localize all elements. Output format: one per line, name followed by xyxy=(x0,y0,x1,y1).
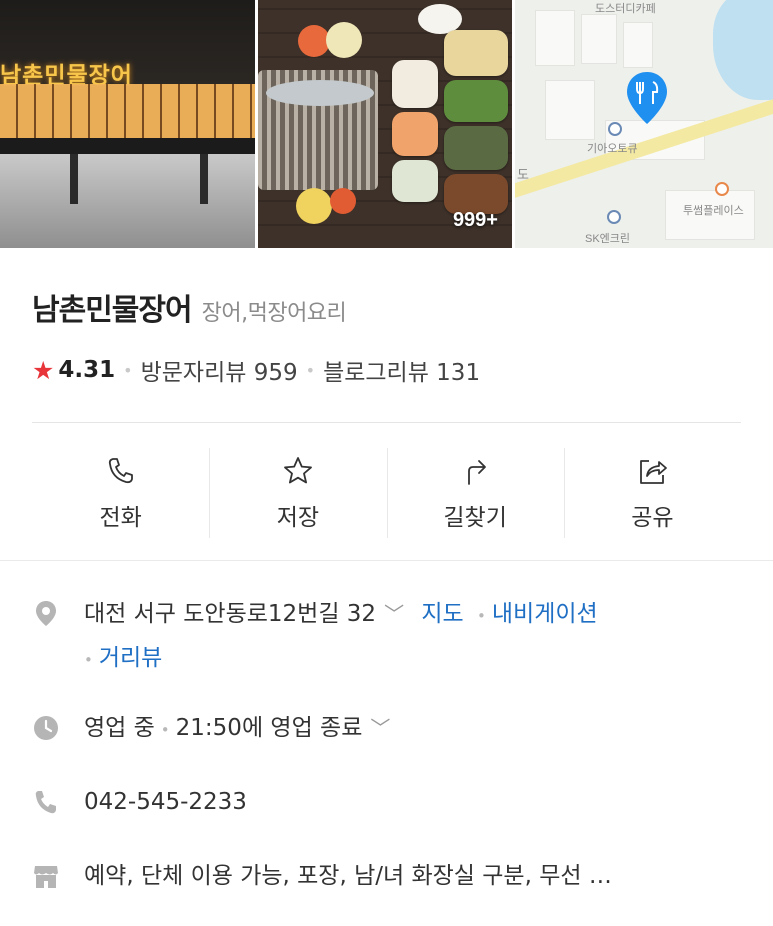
sauce-bowl xyxy=(296,188,332,224)
save-button[interactable]: 저장 xyxy=(209,440,386,546)
share-button[interactable]: 공유 xyxy=(563,440,741,546)
visitor-reviews-link[interactable]: 방문자리뷰 959 xyxy=(141,353,298,387)
rating-value: 4.31 xyxy=(58,357,116,383)
separator-dot: • xyxy=(160,721,170,739)
separator-dot: • xyxy=(477,607,486,625)
map-block xyxy=(623,22,653,68)
star-outline-icon xyxy=(283,457,312,484)
map-preview[interactable]: 도스터디카페 기아오토큐 투썸플레이스 SK엔크린 도 xyxy=(515,0,773,248)
car-service-poi-icon xyxy=(608,122,622,136)
place-category: 장어,먹장어요리 xyxy=(201,301,347,326)
parking-lot xyxy=(0,154,255,248)
map-block xyxy=(581,14,617,64)
map-label: 기아오토큐 xyxy=(587,143,638,155)
open-status: 영업 중 xyxy=(84,715,155,741)
call-button[interactable]: 전화 xyxy=(32,440,209,546)
sauce-bowl xyxy=(330,188,356,214)
location-pin-icon xyxy=(36,601,56,626)
title-row: 남촌민물장어 장어,먹장어요리 xyxy=(32,285,347,329)
directions-button[interactable]: 길찾기 xyxy=(386,440,564,546)
phone-icon xyxy=(108,458,133,484)
grilled-eel xyxy=(266,80,374,106)
amenities-text: 예약, 단체 이용 가능, 포장, 남/녀 화장실 구분, 무선 … xyxy=(84,863,612,889)
side-dish xyxy=(444,126,508,170)
address-row: 대전 서구 도안동로12번길 32 ﹀ 지도 • 내비게이션 • 거리뷰 xyxy=(32,593,752,681)
close-time: 21:50에 영업 종료 xyxy=(175,715,363,741)
hours-row[interactable]: 영업 중 • 21:50에 영업 종료 ﹀ xyxy=(32,707,752,751)
call-label: 전화 xyxy=(99,505,142,531)
action-bar: 전화 저장 길찾기 공유 xyxy=(32,440,741,546)
phone-row[interactable]: 042-545-2233 xyxy=(32,781,752,823)
gas-station-poi-icon xyxy=(607,210,621,224)
photo-strip[interactable]: 남촌민물장어 999+ 도스터디카페 기아오토큐 투썸플레이스 SK엔크린 도 xyxy=(0,0,773,248)
map-block xyxy=(535,10,575,66)
map-label: 도 xyxy=(517,167,529,182)
clock-icon xyxy=(34,716,58,740)
share-icon xyxy=(640,460,668,484)
pillar xyxy=(70,154,78,204)
save-label: 저장 xyxy=(276,505,320,531)
map-label: SK엔크린 xyxy=(585,233,631,245)
greens-dish xyxy=(444,80,508,122)
photo-count-badge: 999+ xyxy=(452,209,498,231)
separator-dot: • xyxy=(84,651,93,669)
side-dish xyxy=(392,60,438,108)
lit-windows xyxy=(0,84,255,140)
pillar xyxy=(200,154,208,204)
phone-number[interactable]: 042-545-2233 xyxy=(84,789,247,815)
store-icon xyxy=(34,866,58,888)
navigation-link[interactable]: 내비게이션 xyxy=(492,601,598,627)
map-label: 투썸플레이스 xyxy=(683,205,744,217)
star-icon: ★ xyxy=(32,355,55,385)
side-dish xyxy=(392,160,438,202)
phone-icon xyxy=(35,791,56,814)
chevron-down-icon[interactable]: ﹀ xyxy=(370,716,390,740)
exterior-photo[interactable]: 남촌민물장어 xyxy=(0,0,255,248)
share-label: 공유 xyxy=(631,505,674,531)
side-dish xyxy=(444,174,508,214)
place-name: 남촌민물장어 xyxy=(32,293,193,328)
separator-dot: • xyxy=(123,360,133,380)
map-water xyxy=(712,0,773,100)
side-dish xyxy=(444,30,508,76)
address-text: 대전 서구 도안동로12번길 32 xyxy=(84,601,377,627)
separator-dot: • xyxy=(305,360,316,380)
map-link[interactable]: 지도 xyxy=(421,601,463,627)
street-view-link[interactable]: 거리뷰 xyxy=(99,645,162,671)
map-label: 도스터디카페 xyxy=(595,3,656,15)
side-bowl xyxy=(326,22,362,58)
directions-icon xyxy=(468,460,487,485)
divider xyxy=(32,422,741,423)
building-eave xyxy=(0,138,255,154)
amenities-row[interactable]: 예약, 단체 이용 가능, 포장, 남/녀 화장실 구분, 무선 … xyxy=(32,855,752,897)
cafe-poi-icon xyxy=(715,182,729,196)
blog-reviews-link[interactable]: 블로그리뷰 131 xyxy=(323,353,480,387)
rating-row: ★ 4.31 • 방문자리뷰 959 • 블로그리뷰 131 xyxy=(32,353,480,387)
chevron-down-icon[interactable]: ﹀ xyxy=(384,602,404,626)
map-block xyxy=(545,80,595,140)
food-photo[interactable]: 999+ xyxy=(258,0,512,248)
side-dish xyxy=(392,112,438,156)
section-separator xyxy=(0,560,773,561)
restaurant-pin-icon[interactable] xyxy=(625,70,669,126)
directions-label: 길찾기 xyxy=(443,505,507,531)
